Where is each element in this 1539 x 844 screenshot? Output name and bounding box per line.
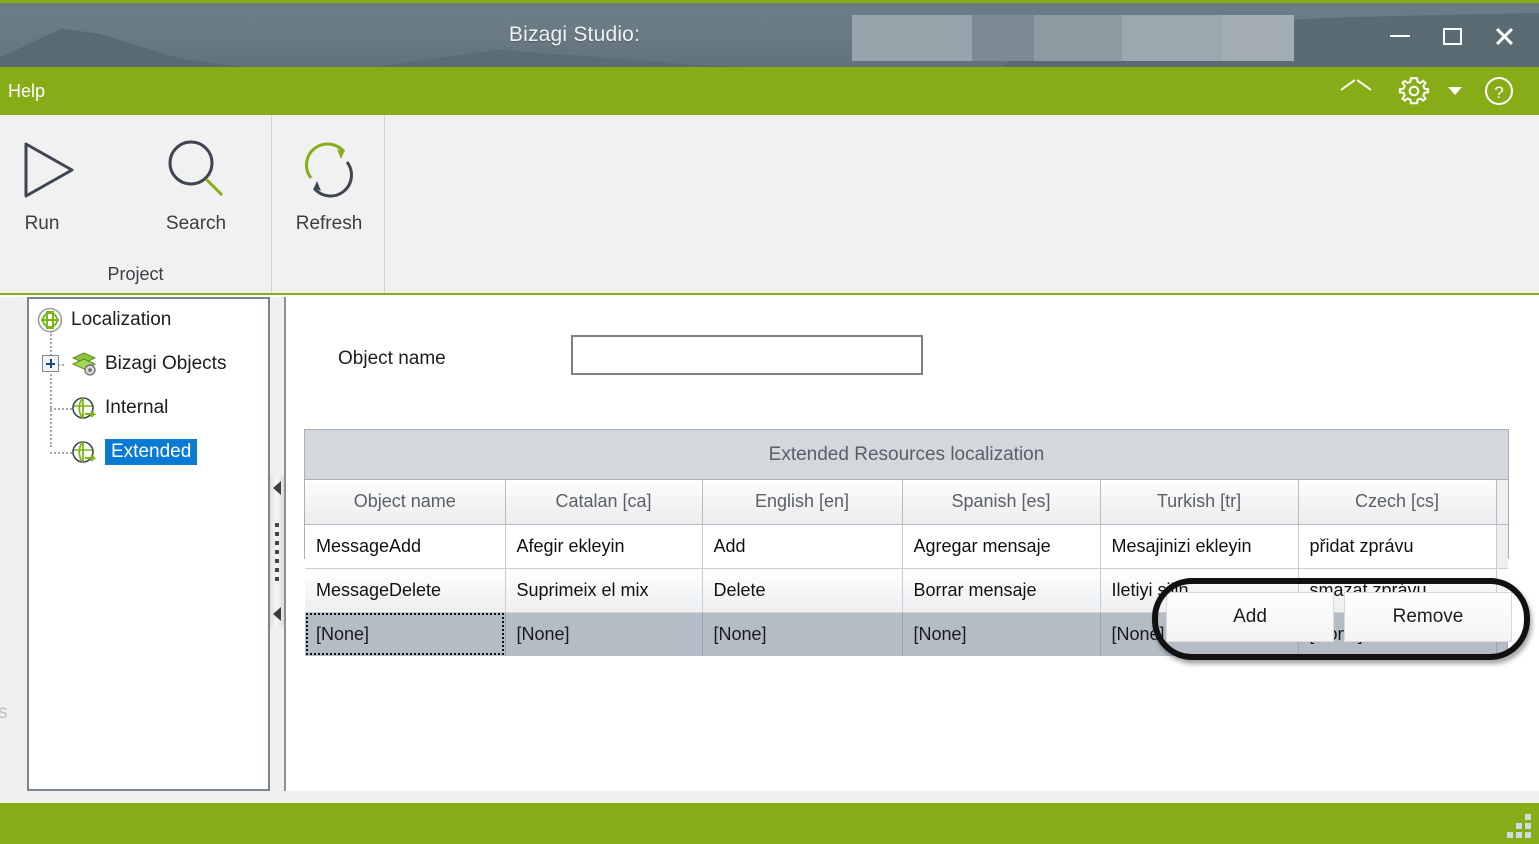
refresh-button[interactable]: Refresh — [275, 129, 383, 251]
content-pane: Object name Extended Resources localizat… — [284, 297, 1539, 791]
cell-english[interactable]: [None] — [702, 612, 903, 656]
remove-button[interactable]: Remove — [1344, 592, 1512, 642]
cell-spanish[interactable]: Agregar mensaje — [902, 524, 1101, 569]
cell-catalan[interactable]: Afegir ekleyin — [505, 524, 703, 569]
cell-spanish[interactable]: Borrar mensaje — [902, 568, 1101, 613]
refresh-label: Refresh — [295, 213, 363, 234]
menu-item-help[interactable]: Help — [0, 67, 57, 115]
search-icon — [158, 129, 234, 211]
tree-item-label: Bizagi Objects — [105, 353, 227, 374]
table-header-row: Object name Catalan [ca] English [en] Sp… — [305, 480, 1508, 525]
help-button[interactable]: ? — [1474, 67, 1524, 115]
localization-icon — [37, 307, 63, 333]
panel-splitter[interactable] — [270, 475, 284, 627]
chevron-up-icon — [1341, 83, 1371, 99]
column-header-english[interactable]: English [en] — [702, 480, 903, 525]
settings-button[interactable] — [1390, 67, 1438, 115]
minimize-icon — [1390, 35, 1410, 37]
column-header-czech[interactable]: Czech [cs] — [1298, 480, 1497, 525]
tree-item-localization[interactable]: Localization — [37, 305, 171, 335]
close-button[interactable] — [1482, 17, 1526, 55]
cell-catalan[interactable]: [None] — [505, 612, 703, 656]
search-label: Search — [165, 213, 227, 234]
cell-turkish[interactable]: Mesajinizi ekleyin — [1100, 524, 1299, 569]
gear-icon — [1398, 77, 1430, 105]
table-row[interactable]: MessageAdd Afegir ekleyin Add Agregar me… — [305, 524, 1508, 569]
tree-item-label-selected: Extended — [105, 439, 198, 465]
search-button[interactable]: Search — [142, 129, 250, 251]
clipped-edge-text: s — [0, 702, 8, 723]
tree-item-label: Internal — [105, 397, 169, 418]
object-name-input[interactable] — [571, 335, 923, 375]
column-header-catalan[interactable]: Catalan [ca] — [505, 480, 703, 525]
status-bar — [0, 803, 1539, 844]
grid-action-buttons: Add Remove — [1166, 592, 1516, 644]
cell-object-name[interactable]: [None] — [305, 612, 506, 656]
window-title: Bizagi Studio: — [508, 23, 641, 46]
minimize-button[interactable] — [1378, 17, 1422, 55]
cell-filler — [1496, 524, 1508, 569]
globe-arrow-icon — [72, 441, 97, 463]
question-circle-icon: ? — [1485, 77, 1513, 105]
resize-grip[interactable] — [1507, 814, 1531, 838]
tree-item-bizagi-objects[interactable]: Bizagi Objects — [37, 349, 226, 379]
tree-item-extended[interactable]: Extended — [37, 437, 198, 467]
column-header-object-name[interactable]: Object name — [305, 480, 506, 525]
globe-arrow-icon — [72, 397, 97, 419]
refresh-icon — [291, 129, 367, 211]
cell-english[interactable]: Delete — [702, 568, 903, 613]
column-header-turkish[interactable]: Turkish [tr] — [1100, 480, 1299, 525]
tree-item-internal[interactable]: Internal — [37, 393, 168, 423]
run-button[interactable]: Run — [0, 129, 96, 251]
ribbon-toolbar: Run Search Project Refresh — [0, 115, 1539, 295]
extended-resources-grid: Extended Resources localization Object n… — [304, 429, 1509, 656]
localization-tree-panel: Localization Bizagi Objects Internal Ext… — [27, 297, 270, 791]
cell-czech[interactable]: přidat zprávu — [1298, 524, 1497, 569]
object-name-label: Object name — [338, 348, 446, 369]
ribbon-group-title-project: Project — [107, 264, 164, 284]
close-icon — [1494, 26, 1514, 46]
svg-text:?: ? — [1494, 83, 1503, 102]
column-header-spanish[interactable]: Spanish [es] — [902, 480, 1101, 525]
work-area: Localization Bizagi Objects Internal Ext… — [0, 297, 1539, 803]
settings-dropdown-button[interactable] — [1442, 67, 1468, 115]
chevron-down-icon — [1448, 87, 1462, 95]
maximize-button[interactable] — [1430, 17, 1474, 55]
cell-catalan[interactable]: Suprimeix el mix — [505, 568, 703, 613]
cell-english[interactable]: Add — [702, 524, 903, 569]
run-label: Run — [24, 213, 60, 234]
ribbon-group-project: Run Search Project — [0, 115, 272, 293]
splitter-grip[interactable] — [275, 523, 279, 583]
menu-bar: Help ? — [0, 67, 1539, 115]
ribbon-group-refresh: Refresh — [273, 115, 385, 293]
collapse-ribbon-button[interactable] — [1330, 67, 1382, 115]
cell-object-name[interactable]: MessageAdd — [305, 524, 506, 569]
grid-caption: Extended Resources localization — [305, 430, 1508, 480]
cell-object-name[interactable]: MessageDelete — [305, 568, 506, 613]
collapse-left-arrow-icon[interactable] — [273, 481, 281, 495]
maximize-icon — [1442, 27, 1462, 45]
cell-spanish[interactable]: [None] — [902, 612, 1101, 656]
add-button[interactable]: Add — [1166, 592, 1334, 642]
tree-item-label: Localization — [71, 309, 172, 330]
column-header-filler — [1496, 480, 1508, 525]
objects-stack-icon — [71, 352, 97, 376]
title-bar: Bizagi Studio: — [0, 0, 1539, 67]
play-icon — [4, 129, 80, 211]
collapse-left-arrow-icon[interactable] — [273, 607, 281, 621]
